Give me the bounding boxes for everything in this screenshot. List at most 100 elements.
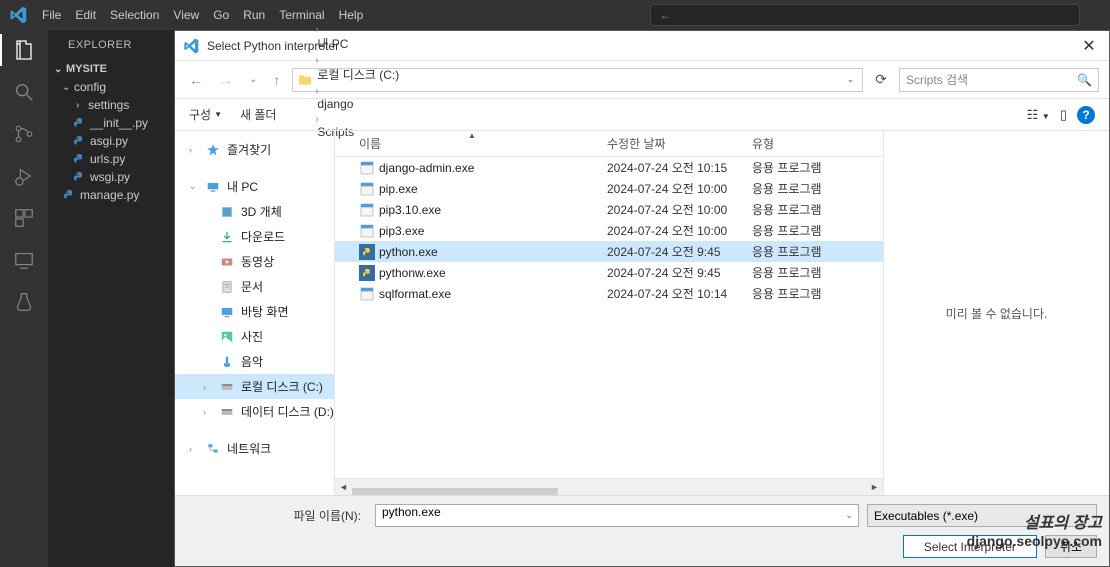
file-row[interactable]: python.exe2024-07-24 오전 9:45응용 프로그램 [335,241,883,262]
file-asgi-py[interactable]: asgi.py [48,132,174,150]
file-type: 응용 프로그램 [746,201,883,218]
file-label: urls.py [90,152,125,166]
file-type: 응용 프로그램 [746,222,883,239]
folder-settings[interactable]: ›settings [48,96,174,114]
file-name: django-admin.exe [379,161,474,175]
dialog-body: › 즐겨찾기 ⌄ 내 PC 3D 개체다운로드동영상문서바탕 화면사진음악›로컬… [175,131,1109,495]
select-interpreter-button[interactable]: Select Interpreter [903,535,1037,558]
remote-icon[interactable] [12,248,36,272]
folder-type-icon [219,204,235,220]
testing-icon[interactable] [12,290,36,314]
file-row[interactable]: sqlformat.exe2024-07-24 오전 10:14응용 프로그램 [335,283,883,304]
scroll-right-icon[interactable]: ► [866,479,883,496]
file-icon [359,223,375,239]
preview-pane-icon[interactable]: ▯ [1060,107,1067,123]
file-label: asgi.py [90,134,128,148]
preview-message: 미리 볼 수 없습니다. [946,305,1048,322]
nav-item[interactable]: 3D 개체 [175,199,334,224]
nav-quick-access[interactable]: › 즐겨찾기 [175,137,334,162]
nav-up-icon[interactable]: ↑ [269,68,284,92]
dialog-subtoolbar: 구성▼ 새 폴더 ☷ ▼ ▯ ? [175,99,1109,131]
file-__init__-py[interactable]: __init__.py [48,114,174,132]
cancel-button[interactable]: 취소 [1045,535,1097,558]
breadcrumb[interactable]: ›내 PC›로컬 디스크 (C:)›django›Scripts ⌄ [292,68,863,92]
file-row[interactable]: pip3.exe2024-07-24 오전 10:00응용 프로그램 [335,220,883,241]
file-row[interactable]: pip.exe2024-07-24 오전 10:00응용 프로그램 [335,178,883,199]
breadcrumb-dropdown-icon[interactable]: ⌄ [843,74,859,85]
extensions-icon[interactable] [12,206,36,230]
python-icon [72,170,86,184]
python-icon [72,116,86,130]
nav-item[interactable]: 바탕 화면 [175,299,334,324]
nav-label: 사진 [241,328,263,345]
search-box[interactable]: Scripts 검색 🔍 [899,68,1099,92]
nav-recent-icon[interactable]: ⌄ [245,70,261,89]
nav-this-pc[interactable]: ⌄ 내 PC [175,174,334,199]
file-date: 2024-07-24 오전 10:14 [601,285,746,302]
nav-item[interactable]: 다운로드 [175,224,334,249]
command-center-search[interactable]: ← [650,4,1080,26]
search-icon: 🔍 [1077,73,1092,87]
view-options-icon[interactable]: ☷ ▼ [1027,107,1050,123]
search-icon[interactable] [12,80,36,104]
workspace-root[interactable]: ⌄MYSITE [48,60,174,78]
nav-forward-icon[interactable]: → [215,68,237,92]
refresh-icon[interactable]: ⟳ [871,67,891,92]
filename-dropdown-icon[interactable]: ⌄ [840,505,858,526]
nav-item[interactable]: 문서 [175,274,334,299]
vscode-logo-icon [0,6,35,24]
nav-label: 즐겨찾기 [227,141,271,158]
file-urls-py[interactable]: urls.py [48,150,174,168]
menu-file[interactable]: File [35,0,68,30]
scrollbar-thumb[interactable] [352,488,558,495]
organize-menu[interactable]: 구성▼ [189,106,222,123]
nav-back-icon[interactable]: ← [185,68,207,92]
nav-item[interactable]: 음악 [175,349,334,374]
filename-value: python.exe [382,505,441,519]
breadcrumb-segment[interactable]: 내 PC [313,35,403,52]
file-date: 2024-07-24 오전 9:45 [601,243,746,260]
menu-view[interactable]: View [166,0,206,30]
file-manage-py[interactable]: manage.py [48,186,174,204]
new-folder-button[interactable]: 새 폴더 [240,106,276,123]
menu-edit[interactable]: Edit [68,0,103,30]
menu-run[interactable]: Run [236,0,272,30]
filter-value: Executables (*.exe) [874,509,978,523]
explorer-icon[interactable] [12,38,36,62]
col-date[interactable]: 수정한 날짜 [601,135,746,152]
explorer-sidebar: EXPLORER ⌄MYSITE ⌄config ›settings __ini… [48,30,174,567]
col-type[interactable]: 유형 [746,135,883,152]
file-name: pip3.exe [379,224,424,238]
breadcrumb-segment[interactable]: 로컬 디스크 (C:) [313,66,403,83]
filter-select[interactable]: Executables (*.exe) ⌄ [867,504,1097,527]
file-row[interactable]: pythonw.exe2024-07-24 오전 9:45응용 프로그램 [335,262,883,283]
file-name: python.exe [379,245,438,259]
file-wsgi-py[interactable]: wsgi.py [48,168,174,186]
folder-type-icon [219,404,235,420]
dialog-toolbar: ← → ⌄ ↑ ›내 PC›로컬 디스크 (C:)›django›Scripts… [175,61,1109,99]
col-name[interactable]: 이름 [353,135,601,152]
nav-item[interactable]: ›로컬 디스크 (C:) [175,374,334,399]
nav-item[interactable]: 사진 [175,324,334,349]
source-control-icon[interactable] [12,122,36,146]
folder-type-icon [219,254,235,270]
horizontal-scrollbar[interactable]: ◄ ► [335,478,883,495]
file-row[interactable]: django-admin.exe2024-07-24 오전 10:15응용 프로… [335,157,883,178]
filename-input[interactable]: python.exe ⌄ [375,504,859,527]
file-icon [359,202,375,218]
help-icon[interactable]: ? [1077,106,1095,124]
nav-network[interactable]: › 네트워크 [175,436,334,461]
nav-item[interactable]: ›데이터 디스크 (D:) [175,399,334,424]
file-row[interactable]: pip3.10.exe2024-07-24 오전 10:00응용 프로그램 [335,199,883,220]
file-name: pythonw.exe [379,266,446,280]
folder-config[interactable]: ⌄config [48,78,174,96]
menu-go[interactable]: Go [206,0,236,30]
close-button[interactable]: ✕ [1069,31,1109,61]
scroll-left-icon[interactable]: ◄ [335,479,352,496]
file-icon [359,244,375,260]
vscode-titlebar: FileEditSelectionViewGoRunTerminalHelp ← [0,0,1110,30]
nav-item[interactable]: 동영상 [175,249,334,274]
column-headers[interactable]: ▲ 이름 수정한 날짜 유형 [335,131,883,157]
menu-selection[interactable]: Selection [103,0,166,30]
run-debug-icon[interactable] [12,164,36,188]
